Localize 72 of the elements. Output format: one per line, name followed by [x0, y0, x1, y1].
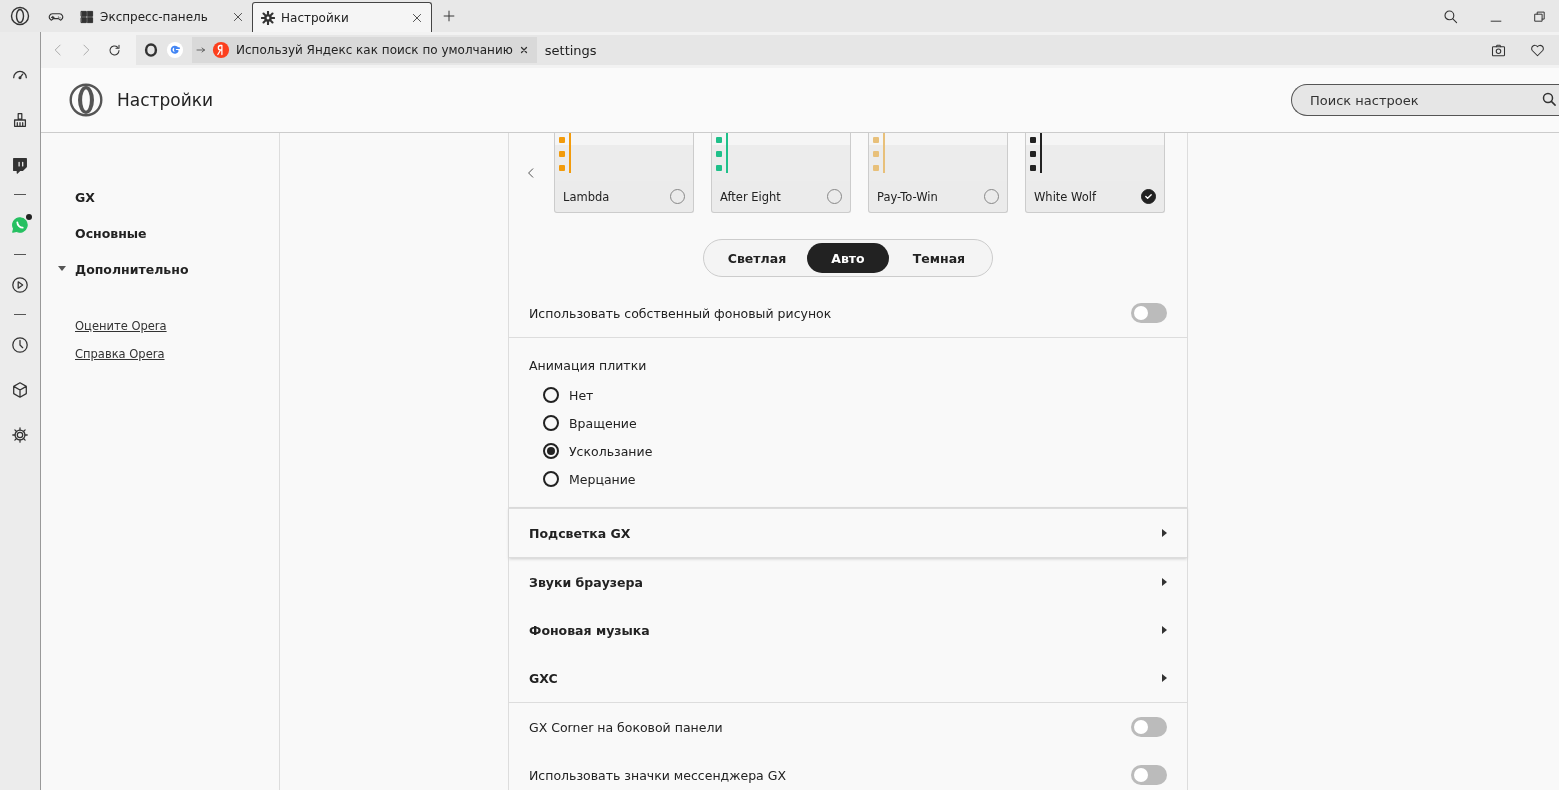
chevron-icon [1162, 529, 1167, 537]
theme-name: Lambda [563, 189, 610, 204]
submenu-row[interactable]: GXC [509, 654, 1187, 702]
submenu-row[interactable]: Подсветка GX [509, 509, 1187, 557]
submenu-row[interactable]: Фоновая музыка [509, 606, 1187, 654]
radio-option[interactable]: Ускользание [529, 437, 659, 465]
check-icon[interactable] [1141, 189, 1156, 204]
chevron-icon [1162, 578, 1167, 586]
help-link[interactable]: Оцените Opera [75, 319, 167, 333]
ya-logo-icon [212, 41, 230, 59]
chat-bubble-icon[interactable] [11, 215, 29, 234]
toggle-switch[interactable] [1131, 717, 1167, 737]
close-icon[interactable] [411, 11, 423, 24]
cube-icon[interactable] [11, 380, 29, 399]
opera-logo-icon[interactable] [144, 43, 158, 57]
mode-option[interactable]: Авто [807, 243, 889, 273]
opera-logo-icon [69, 83, 103, 117]
gear-icon [261, 10, 275, 25]
radio-option[interactable]: Вращение [529, 409, 643, 437]
restore-icon[interactable] [1533, 10, 1547, 24]
promo-text: Используй Яндекс как поиск по умолчанию [236, 43, 513, 57]
search-icon[interactable] [1443, 9, 1459, 25]
twitch-icon[interactable] [11, 155, 29, 174]
chevron-icon [1162, 674, 1167, 682]
camera-icon[interactable] [1491, 42, 1506, 58]
search-icon [1542, 92, 1557, 107]
setting-label: Использовать значки мессенджера GX [529, 767, 786, 783]
radio-button[interactable] [543, 443, 559, 459]
nav-item[interactable]: Дополнительно [75, 251, 279, 287]
clock-icon[interactable] [11, 335, 29, 354]
submenu-row[interactable]: Звуки браузера [509, 558, 1187, 606]
search-engine-promo[interactable]: Используй Яндекс как поиск по умолчанию [192, 37, 537, 63]
radio-button[interactable] [543, 471, 559, 487]
page-title: Настройки [117, 90, 214, 110]
theme-name: White Wolf [1034, 189, 1097, 204]
theme-card[interactable]: After Eight [711, 133, 851, 213]
theme-card[interactable]: White Wolf [1025, 133, 1165, 213]
browser-tab[interactable]: Настройки [252, 2, 432, 32]
theme-name: After Eight [720, 189, 781, 204]
url-text[interactable]: settings [544, 42, 597, 58]
opera-logo-icon[interactable] [10, 6, 30, 26]
settings-icon[interactable] [11, 425, 29, 444]
mode-option[interactable]: Темная [889, 243, 989, 273]
broom-icon[interactable] [11, 110, 29, 129]
plus-icon [442, 8, 456, 23]
g-logo-icon [166, 41, 184, 59]
radio-button[interactable] [543, 387, 559, 403]
reload-icon[interactable] [107, 42, 122, 58]
close-icon[interactable] [232, 11, 244, 23]
grid-icon [80, 10, 94, 24]
radio-button[interactable] [543, 415, 559, 431]
nav-item[interactable]: Основные [75, 215, 279, 251]
radio-option[interactable]: Мерцание [529, 465, 642, 493]
browser-tab[interactable]: Экспресс-панель [72, 2, 252, 32]
toggle-switch[interactable] [1131, 765, 1167, 785]
theme-card[interactable]: Pay-To-Win [868, 133, 1008, 213]
chevron-icon [1162, 626, 1167, 634]
theme-name: Pay-To-Win [877, 189, 938, 204]
toggle-switch[interactable] [1131, 303, 1167, 323]
setting-label: GX Corner на боковой панели [529, 719, 723, 735]
radio-option[interactable]: Нет [529, 381, 600, 409]
theme-card[interactable]: Lambda [554, 133, 694, 213]
setting-label: Использовать собственный фоновый рисунок [529, 305, 832, 321]
search-field[interactable]: Поиск настроек [1291, 84, 1559, 116]
close-icon[interactable] [518, 45, 529, 55]
play-icon[interactable] [11, 275, 29, 294]
arrow-right-icon [196, 45, 206, 55]
mode-option[interactable]: Светлая [707, 243, 807, 273]
heart-icon[interactable] [1530, 42, 1545, 58]
group-title: Анимация плитки [529, 358, 648, 373]
nav-item[interactable]: GX [75, 179, 279, 215]
help-link[interactable]: Справка Opera [75, 347, 165, 361]
